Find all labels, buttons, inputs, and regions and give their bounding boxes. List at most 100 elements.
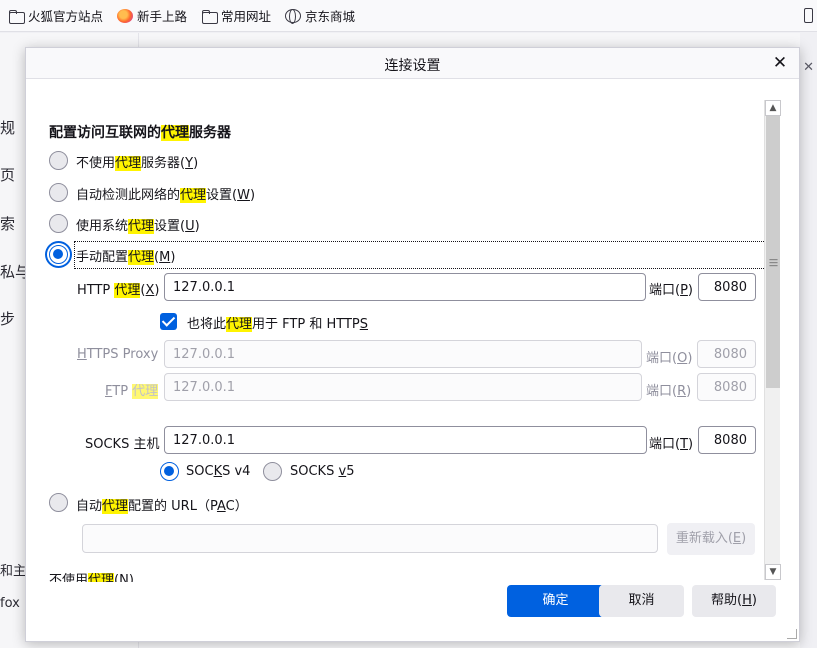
text: 自动 [76, 499, 103, 514]
radio-socks-v5[interactable] [263, 462, 282, 481]
highlight-text: 代理 [226, 317, 253, 332]
socks-host-input[interactable] [164, 426, 647, 454]
text: S v4 [222, 464, 251, 479]
radio-system-proxy[interactable] [49, 214, 68, 233]
bookmark-label: 火狐官方站点 [28, 9, 104, 24]
cancel-button[interactable]: 取消 [599, 585, 684, 617]
text: 端口( [649, 437, 681, 452]
text: TP [112, 384, 133, 399]
access-key: A [216, 499, 226, 514]
http-proxy-label: HTTP 代理(X) [77, 279, 159, 298]
sidebar-label: 页 [0, 166, 16, 184]
text: 端口( [649, 283, 681, 298]
no-proxy-for-label: 不使用代理(N) [49, 569, 134, 582]
text: ) [154, 283, 160, 298]
ok-button[interactable]: 确定 [507, 585, 604, 617]
mobile-bookmarks-icon[interactable] [804, 8, 813, 23]
dialog-title: 连接设置 [384, 58, 441, 74]
scroll-up-arrow-icon[interactable]: ▲ [765, 100, 781, 116]
https-proxy-input[interactable] [164, 340, 642, 368]
reload-button[interactable]: 重新载入(E) [667, 523, 755, 555]
radio-socks-v4[interactable] [160, 462, 179, 481]
text: ) [687, 351, 693, 366]
bookmark-label: 新手上路 [137, 9, 188, 24]
focus-outline [74, 241, 772, 269]
text: ) [686, 384, 692, 399]
text: ) [193, 156, 199, 171]
bookmark-jd[interactable]: 京东商城 [285, 6, 355, 25]
highlight-text: 代理 [88, 573, 115, 582]
bookmark-getting-started[interactable]: 新手上路 [117, 6, 187, 25]
socks-port-input[interactable] [698, 426, 756, 454]
folder-icon [201, 9, 219, 24]
text: TTPS Proxy [86, 347, 159, 362]
text: 使用系统 [76, 219, 129, 234]
access-key: N [119, 573, 129, 582]
scrollbar-thumb[interactable]: — — — [766, 116, 780, 388]
socks-v4-label: SOCKS v4 [186, 464, 250, 479]
text: 配置的 URL（P [128, 499, 217, 514]
access-key: S [359, 317, 368, 332]
text: 设置( [154, 219, 186, 234]
text: ) [170, 250, 176, 265]
sidebar-label: fox [0, 596, 20, 611]
scroll-down-arrow-icon[interactable]: ▼ [765, 564, 781, 580]
sidebar-label: 规 [0, 119, 16, 137]
access-key: K [213, 464, 223, 479]
pac-url-input[interactable] [82, 524, 658, 553]
bookmark-common-sites[interactable]: 常用网址 [201, 6, 271, 25]
text: ) [751, 593, 757, 608]
ftp-proxy-input[interactable] [164, 373, 642, 401]
access-key: R [677, 384, 687, 399]
option-label-no-proxy: 不使用代理服务器(Y) [76, 152, 198, 171]
dialog-header: 连接设置 ✕ [26, 48, 799, 79]
option-label-auto-detect: 自动检测此网络的代理设置(W) [76, 184, 255, 203]
text: ) [194, 219, 200, 234]
text: 设置( [206, 188, 238, 203]
text: 不使用 [76, 156, 116, 171]
access-key: E [732, 531, 742, 546]
highlight-text: 代理 [128, 250, 155, 265]
ftp-proxy-label: FTP 代理 [105, 380, 159, 399]
connection-settings-dialog: 连接设置 ✕ 配置访问互联网的代理服务器 不使用代理服务器(Y) 自动检测此网络… [25, 47, 800, 642]
http-proxy-input[interactable] [164, 273, 646, 301]
radio-no-proxy[interactable] [49, 151, 68, 170]
close-icon: ✕ [803, 60, 814, 75]
socks-port-label: 端口(T) [649, 433, 693, 452]
bookmarks-toolbar: 火狐官方站点 新手上路 常用网址 京东商城 [0, 0, 817, 32]
text: 服务器 [189, 125, 231, 141]
access-key: H [77, 347, 87, 362]
section-title: 配置访问互联网的代理服务器 [49, 122, 231, 142]
sidebar-label: 步 [0, 310, 16, 328]
no-proxy-for-clip: 不使用代理(N) [26, 566, 764, 582]
help-button[interactable]: 帮助(H) [692, 585, 776, 617]
access-key: Y [185, 156, 194, 171]
radio-auto-detect[interactable] [49, 183, 68, 202]
text: 自动检测此网络的 [76, 188, 181, 203]
close-button[interactable]: ✕ [769, 52, 791, 74]
bookmark-label: 常用网址 [221, 9, 272, 24]
ftp-port-input[interactable] [697, 373, 756, 401]
highlight-text: 代理 [115, 156, 142, 171]
option-label-pac: 自动代理配置的 URL（PAC） [76, 495, 248, 514]
access-key: T [680, 437, 689, 452]
also-use-checkbox[interactable] [160, 313, 177, 330]
https-port-input[interactable] [697, 340, 756, 368]
access-key: O [677, 351, 688, 366]
sidebar-label: 索 [0, 215, 16, 233]
text: ) [128, 573, 134, 582]
text: 端口( [646, 384, 678, 399]
access-key: P [680, 283, 688, 298]
text: 重新载入( [675, 531, 733, 546]
option-label-system-proxy: 使用系统代理设置(U) [76, 215, 200, 234]
radio-manual-proxy[interactable] [49, 245, 68, 264]
http-port-input[interactable] [698, 273, 756, 301]
radio-pac[interactable] [49, 493, 68, 512]
resize-grip-icon[interactable] [787, 629, 797, 639]
highlight-text: 代理 [161, 125, 189, 141]
globe-icon [285, 8, 302, 24]
page-scrollbar[interactable]: ✕ [800, 33, 817, 648]
bookmark-firefox-official[interactable]: 火狐官方站点 [8, 6, 103, 25]
https-proxy-label: HTTPS Proxy [77, 347, 158, 362]
dialog-scrollbar[interactable]: ▲ — — — ▼ [764, 100, 781, 580]
